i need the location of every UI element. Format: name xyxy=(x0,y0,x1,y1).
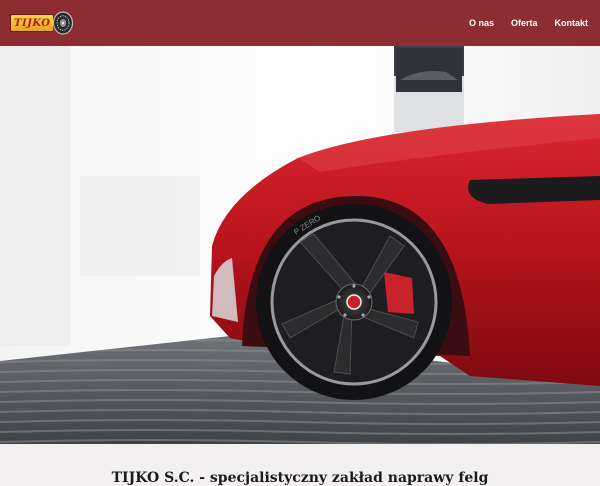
intro-tagline: TIJKO S.C. - specjalistyczny zakład napr… xyxy=(111,470,489,486)
top-navbar: TIJKO O nas Oferta Kontakt xyxy=(0,0,600,46)
nav-link-o-nas[interactable]: O nas xyxy=(469,18,494,28)
logo-wordmark: TIJKO xyxy=(10,14,55,32)
site-logo[interactable]: TIJKO xyxy=(10,8,74,38)
nav-link-oferta[interactable]: Oferta xyxy=(511,18,538,28)
main-nav: O nas Oferta Kontakt xyxy=(469,18,588,28)
hero-image: P ZERO xyxy=(0,46,600,444)
tire-icon xyxy=(53,11,74,35)
nav-link-kontakt[interactable]: Kontakt xyxy=(555,18,589,28)
